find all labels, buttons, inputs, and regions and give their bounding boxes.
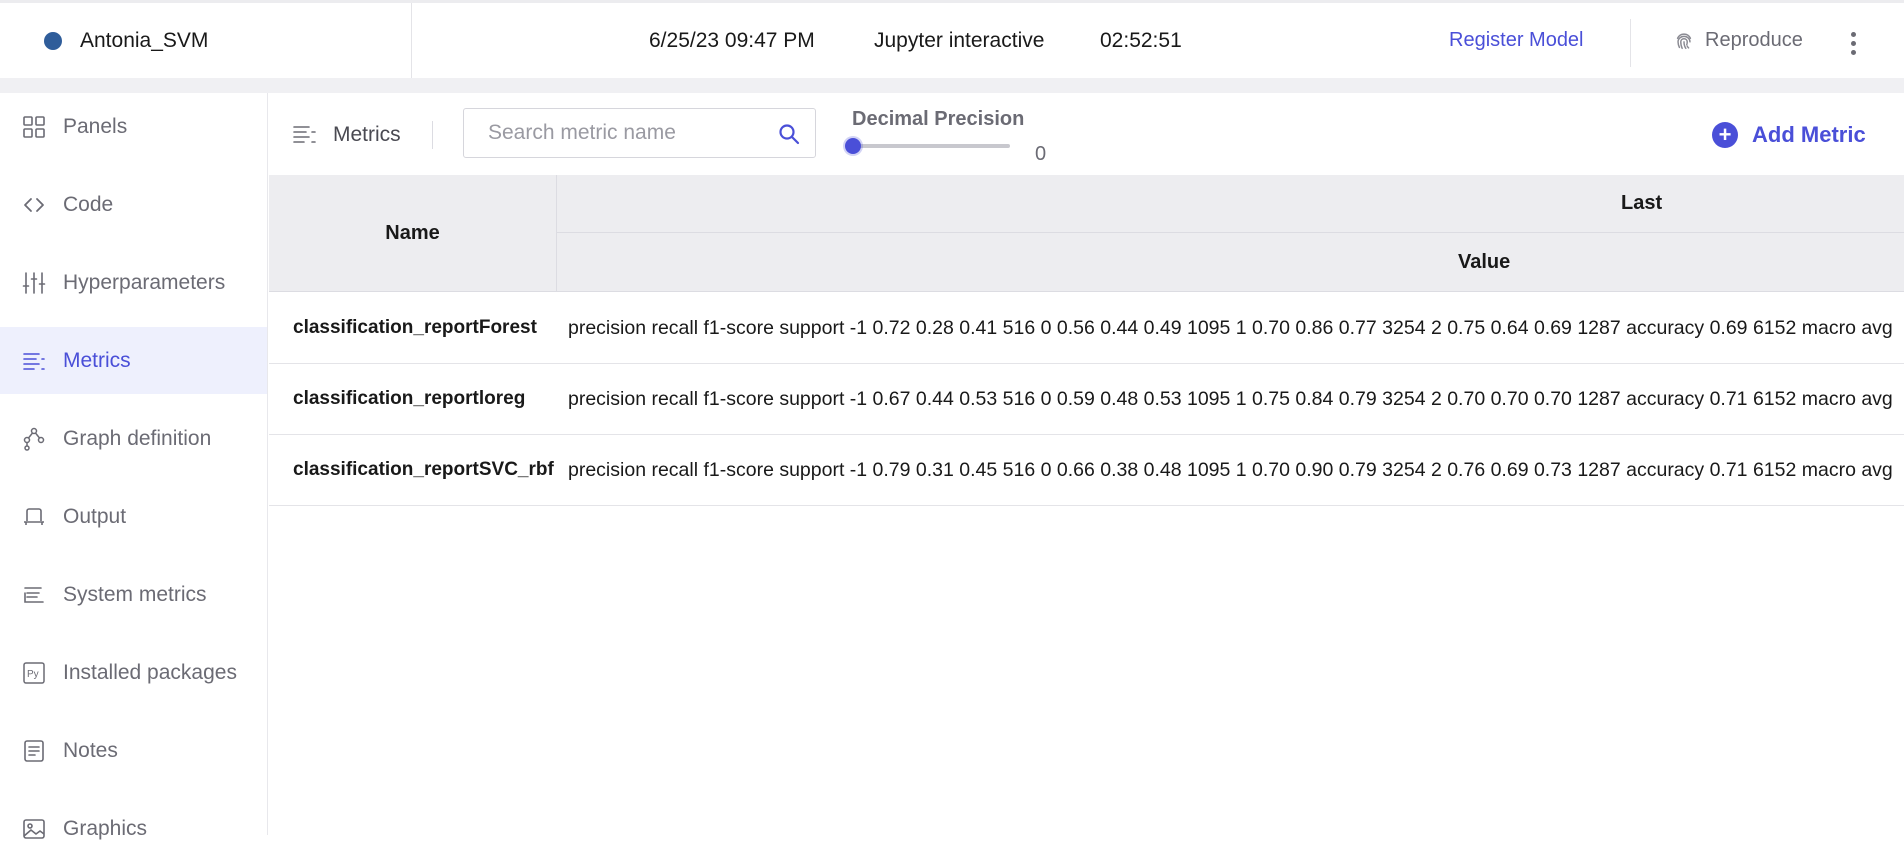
image-icon bbox=[20, 815, 48, 843]
table-row[interactable]: classification_reportloreg precision rec… bbox=[269, 364, 1904, 435]
column-header-name[interactable]: Name bbox=[269, 175, 557, 292]
experiment-date: 6/25/23 09:47 PM bbox=[649, 28, 815, 52]
toolbar-divider bbox=[432, 121, 433, 149]
sidebar-item-graph-definition[interactable]: Graph definition bbox=[0, 405, 267, 472]
decimal-precision-value: 0 bbox=[1035, 143, 1047, 165]
list-icon bbox=[293, 126, 316, 143]
search-input[interactable] bbox=[488, 111, 778, 155]
sidebar-item-label: Hyperparameters bbox=[63, 270, 226, 294]
sidebar-item-graphics[interactable]: Graphics bbox=[0, 795, 267, 862]
value-header-label: Value bbox=[1458, 251, 1511, 273]
sidebar-item-panels[interactable]: Panels bbox=[0, 93, 267, 160]
toolbar-title: Metrics bbox=[333, 123, 401, 146]
sidebar-item-code[interactable]: Code bbox=[0, 171, 267, 238]
sidebar-item-label: Graph definition bbox=[63, 426, 212, 450]
sidebar-item-label: Graphics bbox=[63, 816, 148, 840]
experiment-environment: Jupyter interactive bbox=[874, 28, 1045, 52]
experiment-name-area: Antonia_SVM bbox=[0, 3, 412, 78]
sidebar-item-label: Output bbox=[63, 504, 127, 528]
metric-value-cell: precision recall f1-score support -1 0.7… bbox=[568, 458, 1893, 481]
sidebar: Panels Code Hyperparameters Metrics Grap… bbox=[0, 93, 268, 840]
decimal-precision-label: Decimal Precision bbox=[852, 108, 1025, 130]
code-icon bbox=[20, 191, 48, 219]
metric-name-cell: classification_reportloreg bbox=[293, 388, 526, 409]
sidebar-item-installed-packages[interactable]: Py Installed packages bbox=[0, 639, 267, 706]
output-icon bbox=[20, 503, 48, 531]
experiment-name[interactable]: Antonia_SVM bbox=[80, 29, 208, 53]
column-header-value[interactable]: Value bbox=[557, 233, 1904, 292]
metric-value-cell: precision recall f1-score support -1 0.6… bbox=[568, 387, 1893, 410]
sidebar-item-label: Installed packages bbox=[63, 660, 237, 684]
top-header: Antonia_SVM 6/25/23 09:47 PM Jupyter int… bbox=[0, 0, 1904, 78]
metric-name-cell: classification_reportSVC_rbf bbox=[293, 459, 554, 480]
panels-icon bbox=[20, 113, 48, 141]
more-options-icon[interactable] bbox=[1838, 25, 1868, 61]
search-icon[interactable] bbox=[777, 122, 801, 146]
status-dot bbox=[44, 31, 62, 50]
svg-text:Py: Py bbox=[27, 669, 39, 680]
column-group-header-last: Last bbox=[557, 175, 1904, 233]
table-row[interactable]: classification_reportSVC_rbf precision r… bbox=[269, 435, 1904, 506]
sidebar-item-label: System metrics bbox=[63, 582, 207, 606]
metrics-view-toggle[interactable]: Metrics bbox=[293, 117, 401, 153]
slider-track bbox=[853, 144, 1010, 148]
plus-circle-icon: + bbox=[1712, 122, 1738, 148]
sidebar-item-output[interactable]: Output bbox=[0, 483, 267, 550]
fingerprint-icon bbox=[1676, 32, 1692, 49]
sidebar-item-label: Metrics bbox=[63, 348, 131, 372]
sidebar-item-hyperparameters[interactable]: Hyperparameters bbox=[0, 249, 267, 316]
column-group-label: Last bbox=[1621, 192, 1663, 214]
table-row[interactable]: classification_reportForest precision re… bbox=[269, 293, 1904, 364]
graph-icon bbox=[20, 425, 48, 453]
python-icon: Py bbox=[20, 659, 48, 687]
metric-search-box bbox=[463, 108, 816, 158]
sidebar-item-label: Code bbox=[63, 192, 114, 216]
add-metric-label: Add Metric bbox=[1752, 122, 1866, 147]
metrics-table: Name Last Value classification_reportFor… bbox=[269, 175, 1904, 835]
metrics-toolbar: Metrics Decimal Precision 0 + Add Metric bbox=[269, 93, 1904, 175]
sidebar-item-label: Panels bbox=[63, 114, 128, 138]
system-metrics-icon bbox=[20, 581, 48, 609]
notes-icon bbox=[20, 737, 48, 765]
reproduce-label: Reproduce bbox=[1705, 29, 1803, 51]
sidebar-item-metrics[interactable]: Metrics bbox=[0, 327, 267, 394]
register-model-button[interactable]: Register Model bbox=[1449, 3, 1584, 78]
metric-name-cell: classification_reportForest bbox=[293, 317, 537, 338]
sidebar-item-notes[interactable]: Notes bbox=[0, 717, 267, 784]
slider-thumb[interactable] bbox=[845, 138, 861, 154]
table-header: Name Last Value bbox=[269, 175, 1904, 292]
header-gap bbox=[0, 78, 1904, 93]
experiment-duration: 02:52:51 bbox=[1100, 28, 1182, 52]
decimal-precision-slider[interactable] bbox=[845, 137, 1011, 155]
metrics-icon bbox=[20, 347, 48, 375]
add-metric-button[interactable]: + Add Metric bbox=[1712, 117, 1866, 153]
sliders-icon bbox=[20, 269, 48, 297]
header-divider bbox=[1630, 19, 1631, 67]
metric-value-cell: precision recall f1-score support -1 0.7… bbox=[568, 316, 1893, 339]
reproduce-button[interactable]: Reproduce bbox=[1673, 3, 1803, 78]
sidebar-item-label: Notes bbox=[63, 738, 118, 762]
sidebar-item-system-metrics[interactable]: System metrics bbox=[0, 561, 267, 628]
